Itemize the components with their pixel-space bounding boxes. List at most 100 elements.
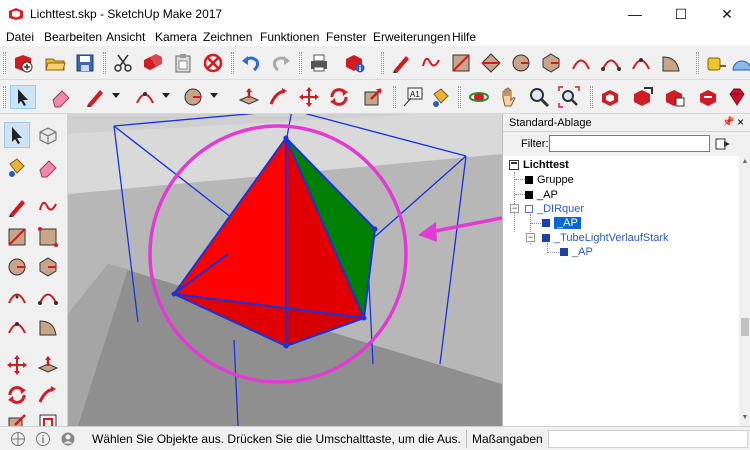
freehand-icon[interactable] <box>418 51 444 75</box>
circle-tool-icon[interactable] <box>180 85 206 109</box>
paint-bucket-icon[interactable] <box>4 154 30 180</box>
rectangle-icon[interactable] <box>448 51 474 75</box>
menu-kamera[interactable]: Kamera <box>155 30 197 44</box>
pencil-icon[interactable] <box>4 194 30 220</box>
share-model-icon[interactable] <box>630 85 656 109</box>
scale-icon[interactable] <box>360 85 386 109</box>
credits-icon[interactable] <box>35 431 51 447</box>
line-tools-dropdown[interactable] <box>112 93 120 98</box>
toolbar-grip[interactable] <box>231 52 234 74</box>
polygon-icon[interactable] <box>538 51 564 75</box>
arc-icon[interactable] <box>568 51 594 75</box>
new-file-icon[interactable] <box>10 51 36 75</box>
pie-icon[interactable] <box>658 51 684 75</box>
two-point-arc-icon[interactable] <box>35 284 61 310</box>
menu-fenster[interactable]: Fenster <box>326 30 367 44</box>
save-disk-icon[interactable] <box>72 51 98 75</box>
menu-erweiterungen[interactable]: Erweiterungen <box>373 30 450 44</box>
three-point-arc-icon[interactable] <box>628 51 654 75</box>
freehand-icon[interactable] <box>35 194 61 220</box>
make-component-icon[interactable] <box>35 122 61 148</box>
extension-warehouse-icon[interactable] <box>662 85 688 109</box>
toolbar-grip[interactable] <box>696 52 699 74</box>
paste-icon[interactable] <box>170 51 196 75</box>
eraser-icon[interactable] <box>48 85 74 109</box>
erase-delete-icon[interactable] <box>200 51 226 75</box>
open-folder-icon[interactable] <box>42 51 68 75</box>
user-account-icon[interactable] <box>60 431 76 447</box>
minimize-button[interactable]: — <box>612 0 658 28</box>
toolbar-grip[interactable] <box>3 86 6 108</box>
menu-zeichnen[interactable]: Zeichnen <box>203 30 252 44</box>
polygon-icon[interactable] <box>35 254 61 280</box>
select-arrow-icon[interactable] <box>4 122 30 148</box>
model-canvas[interactable] <box>68 114 502 426</box>
arc-icon[interactable] <box>4 284 30 310</box>
follow-me-icon[interactable] <box>266 85 292 109</box>
follow-me-icon[interactable] <box>35 382 61 408</box>
circle-icon[interactable] <box>508 51 534 75</box>
tree-item-gruppe[interactable]: Gruppe <box>525 173 574 187</box>
circle-icon[interactable] <box>4 254 30 280</box>
toolbar-grip[interactable] <box>103 52 106 74</box>
move-icon[interactable] <box>296 85 322 109</box>
filter-input[interactable] <box>549 135 710 152</box>
three-point-arc-icon[interactable] <box>4 314 30 340</box>
two-point-arc-icon[interactable] <box>598 51 624 75</box>
cut-scissors-icon[interactable] <box>110 51 136 75</box>
menu-bearbeiten[interactable]: Bearbeiten <box>44 30 102 44</box>
copy-icon[interactable] <box>140 51 166 75</box>
push-pull-icon[interactable] <box>35 352 61 378</box>
scroll-down-icon[interactable]: ▼ <box>741 414 749 422</box>
toolbar-grip[interactable] <box>393 86 396 108</box>
tree-item-ap-deep[interactable]: _AP <box>560 245 593 259</box>
select-arrow-icon[interactable] <box>10 85 36 109</box>
menu-funktionen[interactable]: Funktionen <box>260 30 319 44</box>
protractor-icon[interactable] <box>729 51 750 75</box>
warehouse-icon[interactable] <box>598 85 624 109</box>
rotate-icon[interactable] <box>326 85 352 109</box>
push-pull-icon[interactable] <box>236 85 262 109</box>
tape-measure-icon[interactable] <box>703 51 729 75</box>
arc-tools-dropdown[interactable] <box>162 93 170 98</box>
menu-datei[interactable]: Datei <box>6 30 34 44</box>
toolbar-grip[interactable] <box>381 52 384 74</box>
menu-ansicht[interactable]: Ansicht <box>106 30 145 44</box>
rotated-rectangle-icon[interactable] <box>35 224 61 250</box>
outliner-scrollbar[interactable]: ▲ ▼ <box>739 156 750 426</box>
print-icon[interactable] <box>306 51 332 75</box>
toolbar-grip[interactable] <box>3 52 6 74</box>
paint-bucket-icon[interactable] <box>428 85 454 109</box>
arc-tool-icon[interactable] <box>132 85 158 109</box>
panel-close-button[interactable]: × <box>737 115 744 129</box>
tree-item-tubelight[interactable]: _TubeLightVerlaufStark <box>542 231 669 245</box>
pie-icon[interactable] <box>35 314 61 340</box>
tree-item-dirquer[interactable]: _DIRquer <box>525 202 584 216</box>
redo-arrow-icon[interactable] <box>268 51 294 75</box>
orbit-icon[interactable] <box>466 85 492 109</box>
outliner-details-icon[interactable] <box>715 137 731 151</box>
tree-root[interactable]: Lichttest <box>509 158 569 172</box>
move-icon[interactable] <box>4 352 30 378</box>
toolbar-grip[interactable] <box>299 52 302 74</box>
layout-icon[interactable] <box>696 85 722 109</box>
menu-hilfe[interactable]: Hilfe <box>452 30 476 44</box>
rectangle-icon[interactable] <box>4 224 30 250</box>
text-label-icon[interactable]: A1 <box>400 85 426 109</box>
scroll-thumb[interactable] <box>741 318 749 336</box>
line-pencil-icon[interactable] <box>82 85 108 109</box>
tree-expander-tubelight[interactable]: − <box>526 233 535 242</box>
scroll-up-icon[interactable]: ▲ <box>741 158 749 166</box>
model-info-icon[interactable] <box>342 51 368 75</box>
tree-item-ap-selected[interactable]: _AP <box>542 216 581 230</box>
shape-tools-dropdown[interactable] <box>210 93 218 98</box>
zoom-icon[interactable] <box>526 85 552 109</box>
pan-hand-icon[interactable] <box>496 85 522 109</box>
eraser-icon[interactable] <box>35 154 61 180</box>
close-window-button[interactable]: ✕ <box>704 0 750 28</box>
pencil-line-icon[interactable] <box>388 51 414 75</box>
zoom-extents-icon[interactable] <box>556 85 582 109</box>
pin-icon[interactable]: 📌 <box>722 117 734 128</box>
rotated-rectangle-icon[interactable] <box>478 51 504 75</box>
ruby-gem-icon[interactable] <box>724 85 750 109</box>
